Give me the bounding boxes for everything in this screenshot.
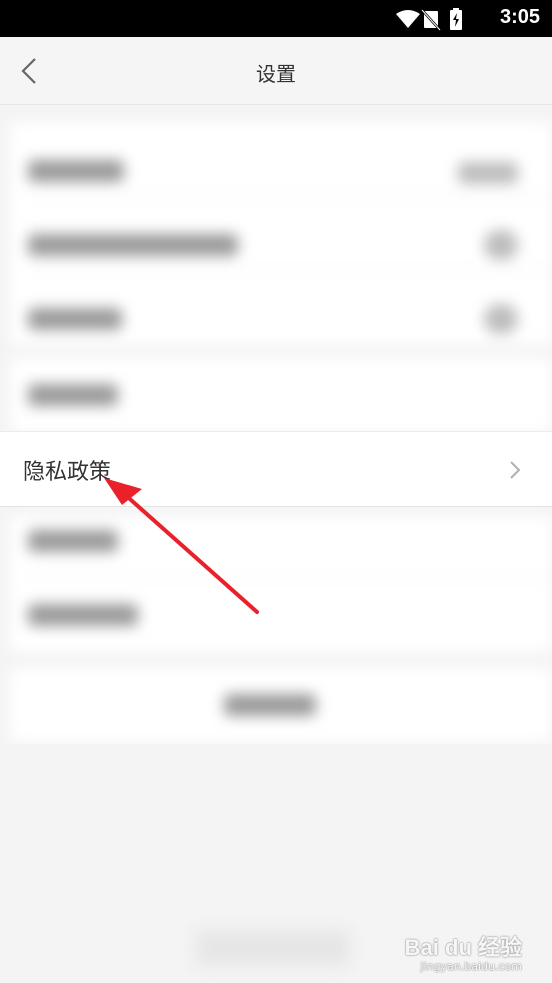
- status-time: 3:05: [499, 6, 540, 28]
- status-bar: 3:05: [0, 0, 552, 37]
- status-icons: [396, 8, 462, 31]
- page-title: 设置: [256, 62, 296, 86]
- settings-group: [10, 122, 552, 344]
- privacy-policy-item[interactable]: 隐私政策: [0, 431, 552, 507]
- settings-group: [10, 516, 552, 652]
- settings-group: [10, 668, 552, 742]
- watermark-url: jingyan.baidu.com: [420, 960, 522, 973]
- privacy-policy-label: 隐私政策: [23, 460, 112, 485]
- no-sim-icon: [421, 9, 441, 31]
- chevron-right-icon: [510, 461, 521, 479]
- blurred-bottom-button: [196, 930, 350, 966]
- baidu-jingyan-watermark: Bai du 经验 jingyan.baidu.com: [405, 930, 522, 973]
- wifi-icon: [396, 10, 420, 28]
- blurred-settings-list: [0, 104, 552, 744]
- watermark-brand: Bai du 经验: [404, 935, 522, 960]
- battery-charging-icon: [450, 8, 462, 30]
- nav-header: 设置: [0, 37, 552, 105]
- settings-group: [10, 358, 552, 432]
